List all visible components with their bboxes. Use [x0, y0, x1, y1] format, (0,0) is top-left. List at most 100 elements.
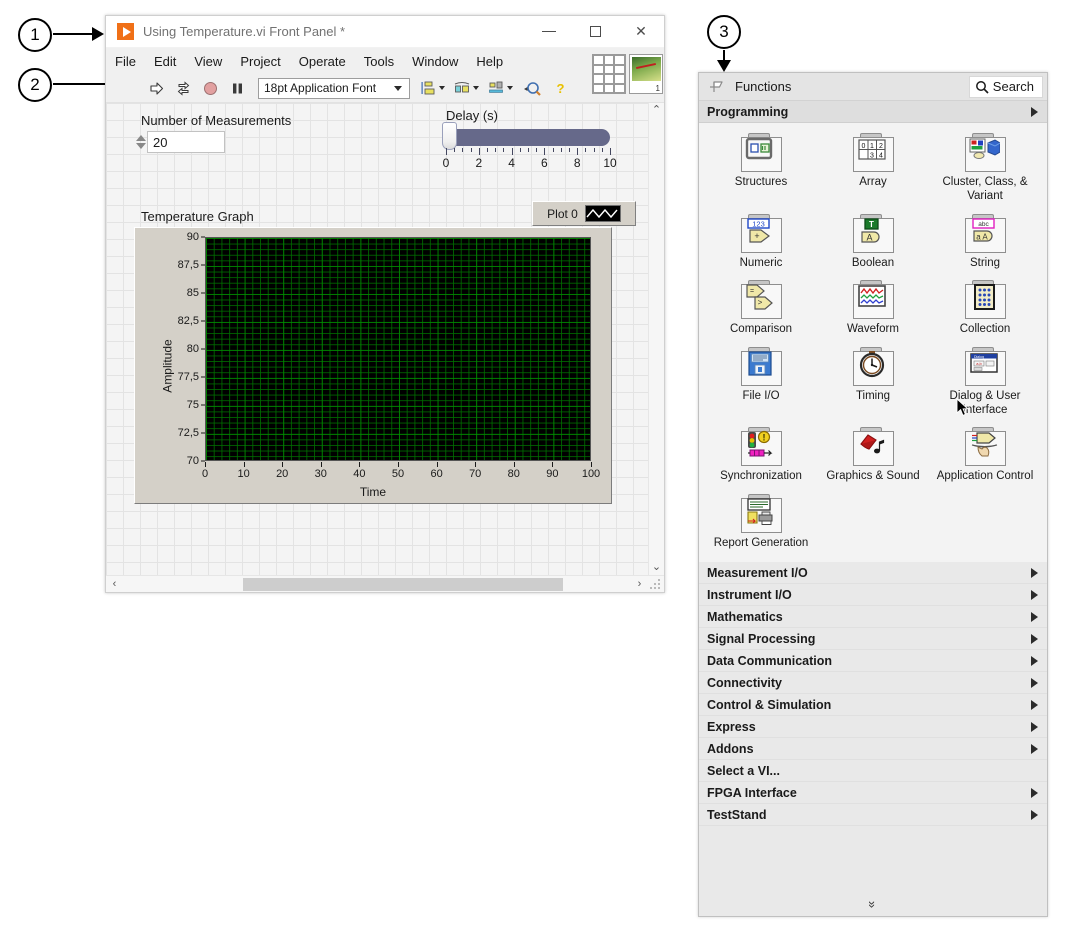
palette-category-select-a-vi[interactable]: Select a VI... — [699, 760, 1047, 782]
scroll-left-arrow-icon[interactable]: ‹ — [106, 578, 123, 590]
palette-section-programming[interactable]: Programming — [699, 101, 1047, 123]
delay-tick-label: 4 — [508, 156, 515, 170]
palette-category-fpga-interface[interactable]: FPGA Interface — [699, 782, 1047, 804]
palette-item-timing[interactable]: Timing — [817, 345, 929, 420]
delay-slider-thumb[interactable] — [442, 122, 457, 150]
numeric-stepper[interactable] — [134, 131, 147, 153]
number-of-measurements-control[interactable]: 20 — [134, 131, 225, 153]
scroll-down-arrow-icon[interactable]: ⌄ — [652, 562, 661, 573]
chevron-right-icon — [1031, 656, 1038, 666]
minimize-button[interactable] — [526, 16, 572, 47]
palette-category-mathematics[interactable]: Mathematics — [699, 606, 1047, 628]
folder-art — [969, 283, 1000, 311]
palette-category-addons[interactable]: Addons — [699, 738, 1047, 760]
palette-search-label: Search — [993, 79, 1034, 94]
palette-item-report-generation[interactable]: Report Generation — [705, 492, 817, 552]
abort-execution-button[interactable] — [198, 77, 223, 100]
graph-x-tick-mark — [552, 462, 553, 467]
palette-icon-grid: Structures 01234ArrayCluster, Class, & Va… — [699, 123, 1047, 562]
palette-category-data-communication[interactable]: Data Communication — [699, 650, 1047, 672]
spin-up-icon[interactable] — [136, 135, 146, 141]
menu-project[interactable]: Project — [231, 52, 289, 71]
palette-item-collection[interactable]: Collection — [929, 278, 1041, 338]
palette-expand-button[interactable]: » — [699, 892, 1047, 916]
vi-icon[interactable]: 1 — [629, 54, 663, 94]
palette-category-label: Control & Simulation — [707, 698, 831, 712]
palette-category-express[interactable]: Express — [699, 716, 1047, 738]
svg-text:a,b: a,b — [976, 361, 982, 366]
plot-legend[interactable]: Plot 0 — [532, 201, 636, 226]
graph-x-tick-mark — [591, 462, 592, 467]
palette-item-waveform[interactable]: Waveform — [817, 278, 929, 338]
palette-category-signal-processing[interactable]: Signal Processing — [699, 628, 1047, 650]
palette-item-string[interactable]: abcaAString — [929, 212, 1041, 272]
menu-operate[interactable]: Operate — [290, 52, 355, 71]
menu-file[interactable]: File — [106, 52, 145, 71]
graph-plot-area[interactable] — [205, 237, 591, 461]
palette-item-label: File I/O — [742, 389, 779, 403]
reorder-button[interactable] — [518, 77, 546, 100]
palette-category-control-simulation[interactable]: Control & Simulation — [699, 694, 1047, 716]
menu-edit[interactable]: Edit — [145, 52, 185, 71]
graph-y-tick-label: 85 — [187, 287, 199, 299]
palette-item-label: Timing — [856, 389, 890, 403]
font-selector[interactable]: 18pt Application Font — [258, 78, 410, 99]
horizontal-scrollbar-thumb[interactable] — [243, 578, 563, 591]
run-button[interactable] — [144, 77, 169, 100]
palette-item-comparison[interactable]: =>Comparison — [705, 278, 817, 338]
delay-tick — [561, 148, 562, 152]
palette-item-numeric[interactable]: 123+Numeric — [705, 212, 817, 272]
palette-search-button[interactable]: Search — [969, 76, 1043, 98]
menu-tools[interactable]: Tools — [355, 52, 403, 71]
palette-item-boolean[interactable]: TABoolean — [817, 212, 929, 272]
structures-folder-icon — [741, 133, 782, 172]
graph-y-tick-label: 80 — [187, 343, 199, 355]
palette-item-array[interactable]: 01234Array — [817, 131, 929, 206]
palette-item-application-control[interactable]: Application Control — [929, 425, 1041, 485]
palette-item-label: Collection — [960, 322, 1011, 336]
menu-view[interactable]: View — [185, 52, 231, 71]
scroll-up-arrow-icon[interactable]: ⌃ — [652, 105, 661, 116]
palette-item-label: Structures — [735, 175, 787, 189]
resize-grip-icon[interactable] — [648, 577, 664, 592]
palette-title: Functions — [735, 79, 969, 94]
spin-down-icon[interactable] — [136, 143, 146, 149]
waveform-line-icon[interactable] — [585, 205, 621, 222]
number-of-measurements-input[interactable]: 20 — [147, 131, 225, 153]
pin-palette-icon[interactable] — [709, 80, 725, 94]
menu-help[interactable]: Help — [467, 52, 512, 71]
resize-objects-button[interactable] — [484, 77, 515, 100]
scroll-right-arrow-icon[interactable]: › — [631, 578, 648, 590]
context-help-button[interactable]: ? — [548, 77, 573, 100]
palette-category-connectivity[interactable]: Connectivity — [699, 672, 1047, 694]
palette-category-instrument-i-o[interactable]: Instrument I/O — [699, 584, 1047, 606]
align-objects-icon — [419, 80, 438, 97]
vertical-scrollbar[interactable]: ⌃ ⌄ — [648, 103, 664, 575]
palette-category-measurement-i-o[interactable]: Measurement I/O — [699, 562, 1047, 584]
palette-item-file-i-o[interactable]: File I/O — [705, 345, 817, 420]
close-button[interactable]: ✕ — [618, 16, 664, 47]
delay-slider-track[interactable] — [446, 129, 610, 146]
palette-item-dialog-user-interface[interactable]: Dialoga,bDialog & User Interface — [929, 345, 1041, 420]
folder-art: 123+ — [745, 217, 776, 245]
palette-item-structures[interactable]: Structures — [705, 131, 817, 206]
temperature-graph[interactable]: Amplitude 9087,58582,58077,57572,570 010… — [134, 227, 612, 504]
svg-text:>: > — [757, 298, 762, 307]
chevron-right-icon — [1031, 590, 1038, 600]
palette-item-synchronization[interactable]: !Synchronization — [705, 425, 817, 485]
palette-item-graphics-sound[interactable]: Graphics & Sound — [817, 425, 929, 485]
palette-item-cluster-class-variant[interactable]: Cluster, Class, & Variant — [929, 131, 1041, 206]
align-objects-button[interactable] — [416, 77, 447, 100]
maximize-button[interactable] — [572, 16, 618, 47]
palette-item-label: Graphics & Sound — [826, 469, 919, 483]
menu-window[interactable]: Window — [403, 52, 467, 71]
front-panel-canvas[interactable]: Number of Measurements 20 Delay (s) 0246… — [106, 103, 648, 575]
connector-pane-icon[interactable] — [592, 54, 626, 94]
palette-category-teststand[interactable]: TestStand — [699, 804, 1047, 826]
horizontal-scrollbar-track[interactable] — [123, 577, 631, 592]
run-continuously-button[interactable] — [171, 77, 196, 100]
pause-button[interactable] — [225, 77, 250, 100]
delay-slider-control[interactable]: 0246810 — [442, 129, 610, 174]
horizontal-scrollbar[interactable]: ‹ › — [106, 575, 664, 592]
distribute-objects-button[interactable] — [450, 77, 481, 100]
